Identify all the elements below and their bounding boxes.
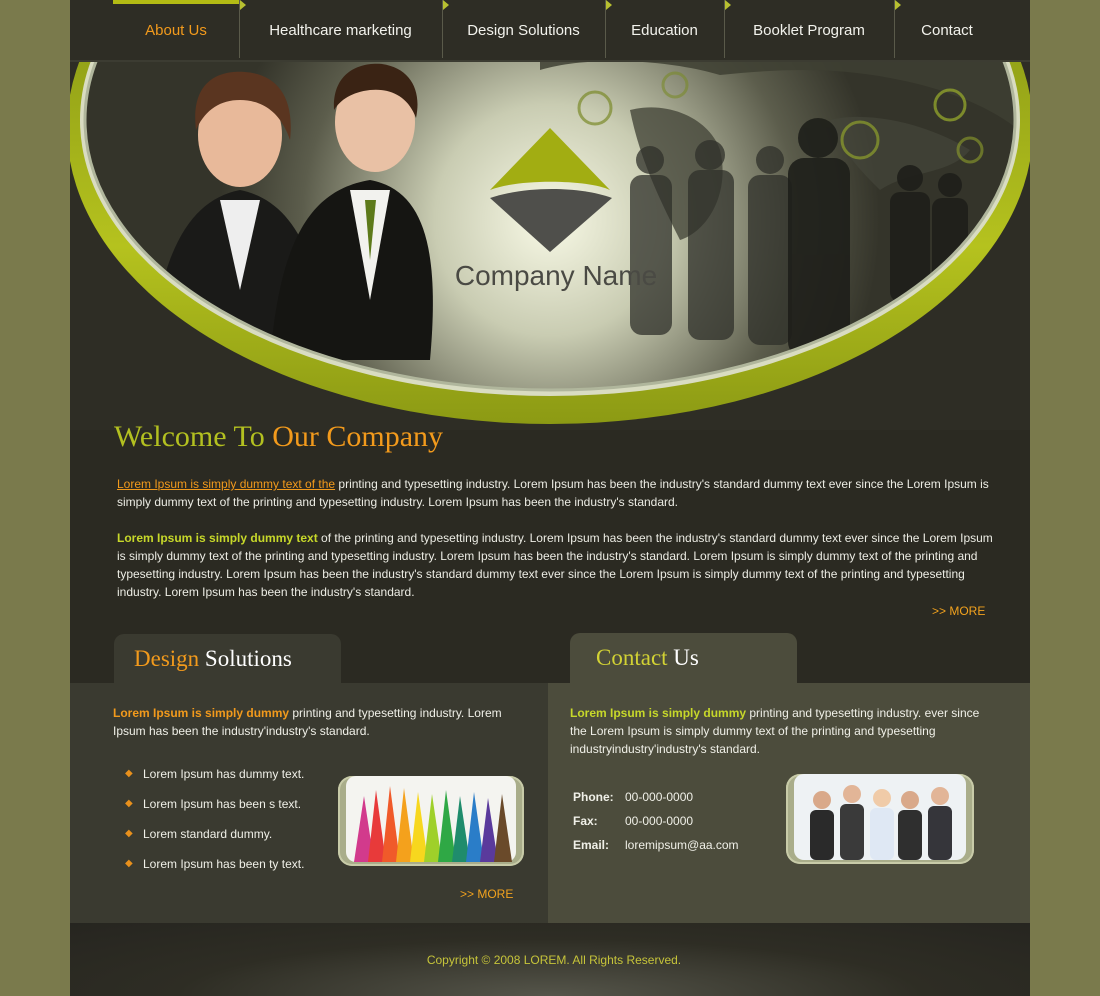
design-heading-part2: Solutions [199,646,292,671]
list-item-text: Lorem Ipsum has been ty text. [143,857,305,871]
phone-value: 00-000-0000 [625,790,694,804]
nav-label: Design Solutions [467,22,580,39]
email-label: Email: [573,838,610,852]
nav-label: Education [631,22,698,39]
contact-heading-part2: Us [667,645,699,670]
welcome-title-part1: Welcome To [114,420,273,453]
phone-label: Phone: [573,790,614,804]
bullet-icon: ◆ [125,798,133,809]
nav-label: Contact [921,22,973,39]
nav-label: Booklet Program [753,22,865,39]
fax-row: Fax: 00-000-0000 [573,814,739,838]
banner-graphic [70,0,1030,430]
welcome-paragraph-1: Lorem Ipsum is simply dummy text of the … [117,475,993,511]
nav-design-solutions[interactable]: Design Solutions [442,0,605,61]
bullet-icon: ◆ [125,768,133,779]
list-item: ◆ Lorem Ipsum has dummy text. [125,764,304,794]
team-image [786,774,974,864]
welcome-title: Welcome To Our Company [114,420,443,454]
nav-healthcare-marketing[interactable]: Healthcare marketing [239,0,442,61]
contact-us-heading: Contact Us [570,633,797,683]
list-item-text: Lorem Ipsum has been s text. [143,797,302,811]
design-lead: Lorem Ipsum is simply dummy [113,706,290,720]
site-wrapper: About Us Healthcare marketing Design Sol… [70,0,1030,996]
welcome-title-part2: Our Company [272,420,444,453]
phone-row: Phone: 00-000-0000 [573,790,739,814]
active-indicator [113,0,239,4]
nav-education[interactable]: Education [605,0,724,61]
header-banner: About Us Healthcare marketing Design Sol… [70,0,1030,430]
nav-booklet-program[interactable]: Booklet Program [724,0,894,61]
welcome-paragraph-2: Lorem Ipsum is simply dummy text of the … [117,529,993,601]
email-link[interactable]: loremipsum@aa.com [625,838,739,862]
contact-text: Lorem Ipsum is simply dummy printing and… [570,704,990,758]
nav-about-us[interactable]: About Us [113,0,239,61]
design-more-link[interactable]: >> MORE [460,887,513,901]
design-solutions-heading: Design Solutions [114,634,341,684]
nav-contact[interactable]: Contact [894,0,1000,61]
email-row: Email: loremipsum@aa.com [573,838,739,862]
design-heading-part1: Design [134,646,200,671]
list-item-text: Lorem Ipsum has dummy text. [143,767,305,781]
welcome-more-link[interactable]: >> MORE [932,604,985,618]
list-item: ◆ Lorem Ipsum has been s text. [125,794,304,824]
welcome-link[interactable]: Lorem Ipsum is simply dummy text of the [117,477,335,491]
nav-label: About Us [145,22,207,39]
fax-value: 00-000-0000 [625,814,694,828]
welcome-p2-lead: Lorem Ipsum is simply dummy text [117,531,318,545]
list-item: ◆ Lorem Ipsum has been ty text. [125,854,304,884]
contact-heading-part1: Contact [596,645,668,670]
copyright-text: Copyright © 2008 LOREM. All Rights Reser… [426,953,682,967]
contact-lead: Lorem Ipsum is simply dummy [570,706,747,720]
contact-details: Phone: 00-000-0000 Fax: 00-000-0000 Emai… [573,790,739,862]
design-bullet-list: ◆ Lorem Ipsum has dummy text. ◆ Lorem Ipsu… [125,764,304,884]
main-nav: About Us Healthcare marketing Design Sol… [113,0,1000,61]
nav-label: Healthcare marketing [269,22,412,39]
design-solutions-text: Lorem Ipsum is simply dummy printing and… [113,704,533,740]
list-item-text: Lorem standard dummy. [143,827,273,841]
fax-label: Fax: [573,814,598,828]
company-name: Company Name [454,260,658,291]
team-illustration [794,774,966,860]
bullet-icon: ◆ [125,828,133,839]
bullet-icon: ◆ [125,858,133,869]
footer: Copyright © 2008 LOREM. All Rights Reser… [70,923,1030,996]
list-item: ◆ Lorem standard dummy. [125,824,304,854]
pencils-image [338,776,524,866]
pencils-illustration [346,776,516,862]
